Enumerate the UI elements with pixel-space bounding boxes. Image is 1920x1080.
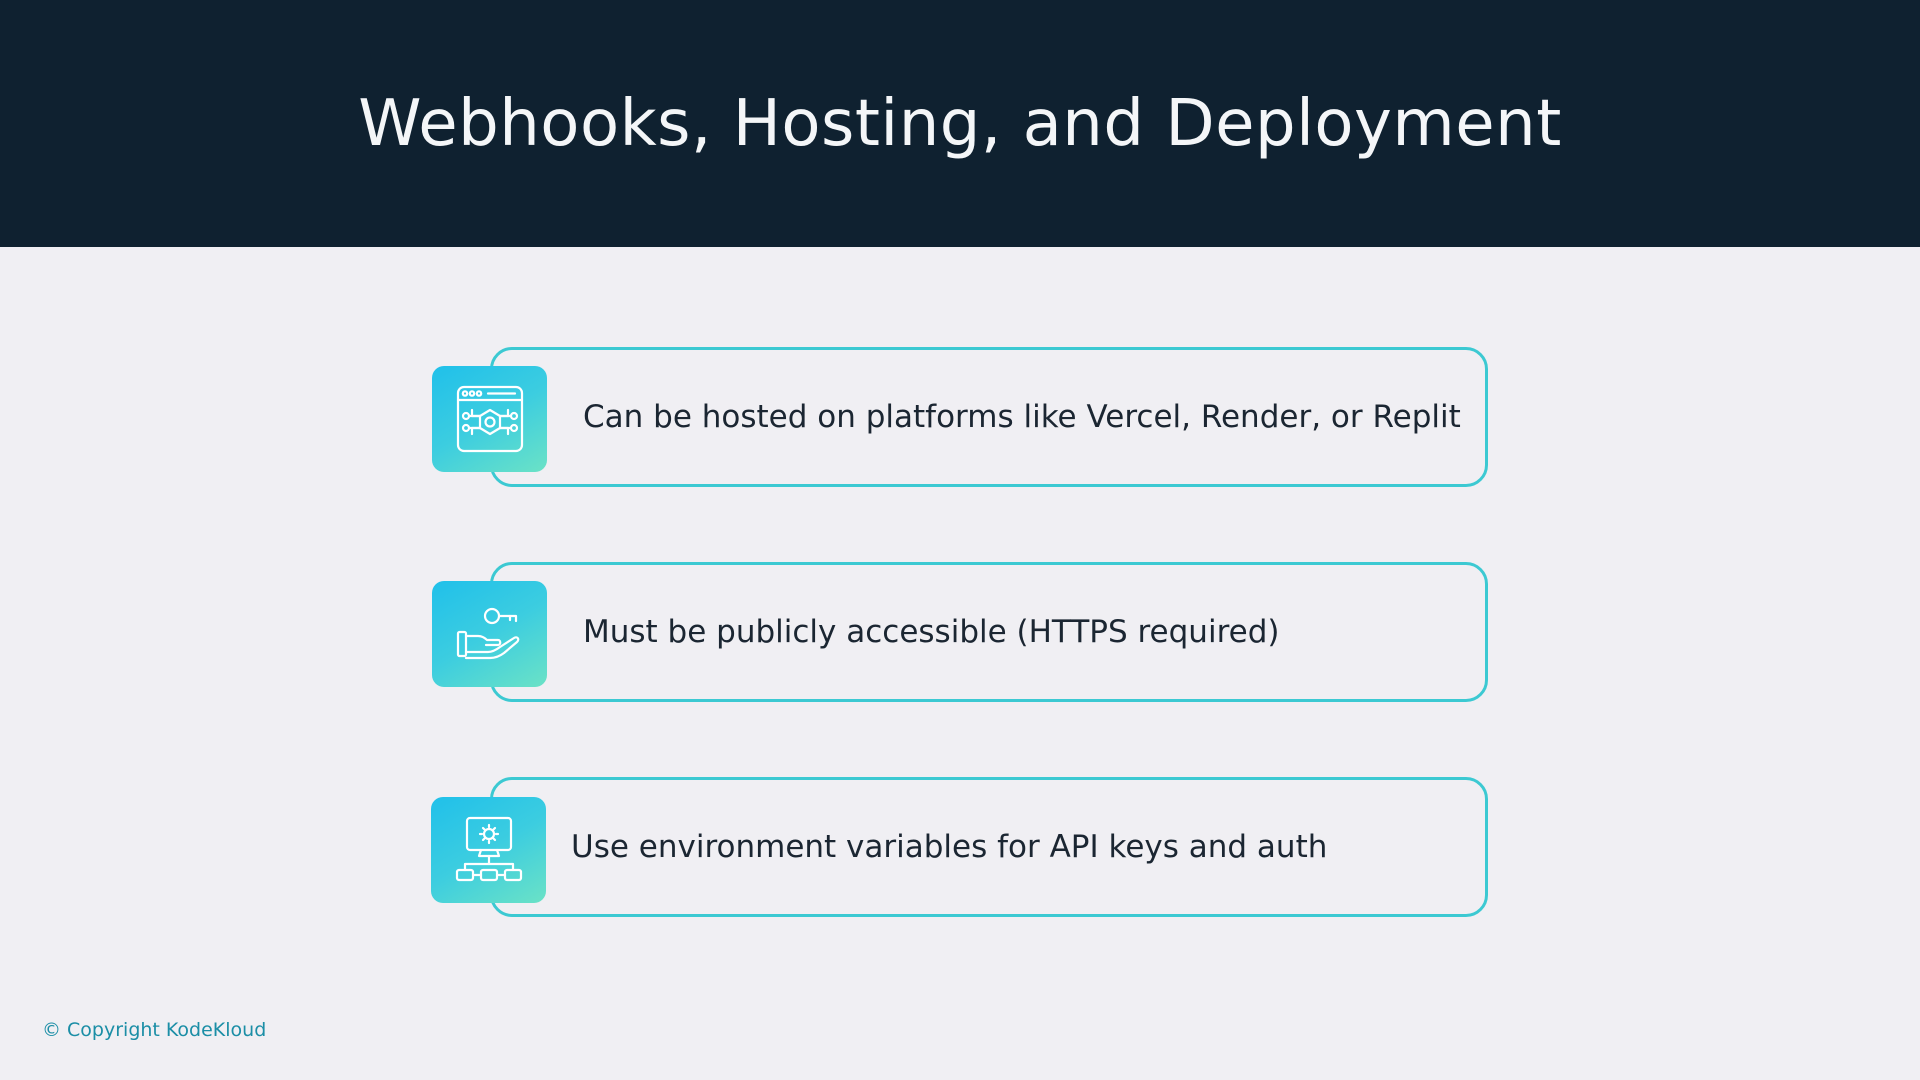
list-item-text: Must be publicly accessible (HTTPS requi… bbox=[583, 614, 1280, 650]
page-title: Webhooks, Hosting, and Deployment bbox=[358, 86, 1562, 161]
browser-settings-icon-tile bbox=[432, 366, 547, 472]
hand-key-icon bbox=[456, 607, 519, 660]
monitor-network-icon-tile bbox=[431, 797, 546, 903]
browser-settings-icon bbox=[456, 385, 523, 453]
list-item-text: Can be hosted on platforms like Vercel, … bbox=[583, 399, 1461, 435]
copyright-notice: © Copyright KodeKloud bbox=[42, 1019, 267, 1041]
title-bar: Webhooks, Hosting, and Deployment bbox=[0, 0, 1920, 247]
monitor-network-icon bbox=[455, 816, 522, 882]
hand-key-icon-tile bbox=[432, 581, 547, 687]
list-item-text: Use environment variables for API keys a… bbox=[571, 829, 1328, 865]
